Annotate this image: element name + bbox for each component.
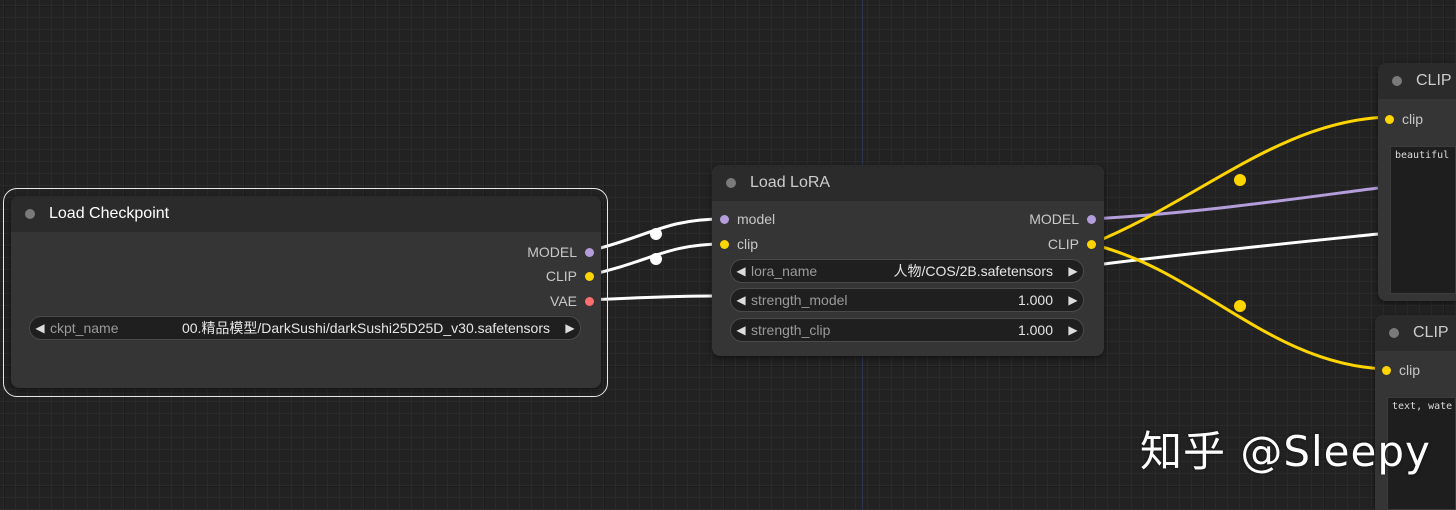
vae-dot-icon[interactable] bbox=[585, 296, 594, 306]
node-title: CLIP bbox=[1416, 71, 1452, 89]
wire-midpoint-clip-bottom bbox=[1234, 300, 1246, 312]
model-dot-icon[interactable] bbox=[585, 247, 594, 257]
node-title: Load LoRA bbox=[750, 173, 831, 191]
widget-label: strength_model bbox=[751, 292, 848, 308]
slot-label: model bbox=[737, 211, 776, 227]
widget-label: strength_clip bbox=[751, 322, 831, 338]
slot-label: CLIP bbox=[545, 268, 577, 284]
strength-model-number[interactable]: ◀ strength_model 1.000 ▶ bbox=[730, 288, 1084, 312]
collapse-dot-icon[interactable] bbox=[25, 208, 35, 219]
strength-clip-number[interactable]: ◀ strength_clip 1.000 ▶ bbox=[730, 318, 1084, 342]
wire-white-right bbox=[1103, 232, 1379, 266]
output-slot-model[interactable]: MODEL bbox=[1029, 211, 1096, 227]
node-header[interactable]: CLIP bbox=[1375, 315, 1456, 351]
node-graph-canvas[interactable]: Load Checkpoint MODEL CLIP VAE ◀ ckpt_na… bbox=[0, 0, 1456, 510]
wire-midpoint-clip bbox=[650, 253, 662, 265]
model-dot-icon[interactable] bbox=[1087, 214, 1096, 224]
load-checkpoint-node[interactable]: Load Checkpoint MODEL CLIP VAE ◀ ckpt_na… bbox=[11, 196, 601, 388]
input-slot-clip[interactable]: clip bbox=[720, 236, 758, 252]
output-slot-clip[interactable]: CLIP bbox=[1048, 236, 1096, 252]
node-header[interactable]: Load Checkpoint bbox=[11, 196, 601, 232]
clip-text-encode-node-bottom[interactable]: CLIP clip text, wate bbox=[1375, 315, 1456, 510]
output-slot-vae[interactable]: VAE bbox=[550, 293, 594, 309]
left-arrow-icon[interactable]: ◀ bbox=[30, 321, 50, 335]
right-arrow-icon[interactable]: ▶ bbox=[560, 321, 580, 335]
load-lora-node[interactable]: Load LoRA model clip MODEL CLIP ◀ lora_n… bbox=[712, 165, 1104, 356]
prompt-textarea[interactable]: beautiful bbox=[1390, 146, 1456, 294]
input-slot-clip[interactable]: clip bbox=[1385, 111, 1423, 127]
left-arrow-icon[interactable]: ◀ bbox=[731, 264, 751, 278]
slot-label: MODEL bbox=[527, 244, 577, 260]
node-header[interactable]: Load LoRA bbox=[712, 165, 1104, 201]
collapse-dot-icon[interactable] bbox=[1389, 327, 1399, 338]
watermark-text: 知乎 @Sleepy bbox=[1140, 427, 1431, 476]
input-slot-clip[interactable]: clip bbox=[1382, 362, 1420, 378]
slot-label: clip bbox=[737, 236, 759, 252]
slot-label: clip bbox=[1399, 362, 1421, 378]
slot-label: VAE bbox=[550, 293, 577, 309]
wire-midpoint-model bbox=[650, 228, 662, 240]
widget-value: 1.000 bbox=[1017, 292, 1053, 308]
widget-value: 00.精品模型/DarkSushi/darkSushi25D25D_v30.sa… bbox=[181, 320, 550, 336]
clip-dot-icon[interactable] bbox=[1087, 239, 1096, 249]
slot-label: MODEL bbox=[1029, 211, 1079, 227]
input-slot-model[interactable]: model bbox=[720, 211, 775, 227]
node-header[interactable]: CLIP bbox=[1378, 63, 1456, 99]
collapse-dot-icon[interactable] bbox=[726, 177, 736, 188]
clip-dot-icon[interactable] bbox=[585, 271, 594, 281]
clip-text-encode-node-top[interactable]: CLIP clip beautiful bbox=[1378, 63, 1456, 301]
right-arrow-icon[interactable]: ▶ bbox=[1063, 323, 1083, 337]
clip-dot-icon[interactable] bbox=[1385, 114, 1394, 124]
model-dot-icon[interactable] bbox=[720, 214, 729, 224]
node-title: Load Checkpoint bbox=[49, 204, 170, 222]
output-slot-clip[interactable]: CLIP bbox=[546, 268, 594, 284]
slot-label: CLIP bbox=[1047, 236, 1079, 252]
widget-label: ckpt_name bbox=[50, 320, 119, 336]
wire-midpoint-clip-top bbox=[1234, 174, 1246, 186]
widget-value: 人物/COS/2B.safetensors bbox=[893, 263, 1053, 279]
left-arrow-icon[interactable]: ◀ bbox=[731, 293, 751, 307]
left-arrow-icon[interactable]: ◀ bbox=[731, 323, 751, 337]
right-arrow-icon[interactable]: ▶ bbox=[1063, 264, 1083, 278]
clip-dot-icon[interactable] bbox=[720, 239, 729, 249]
wire-model-lora-out bbox=[1090, 186, 1379, 221]
ckpt-name-combo[interactable]: ◀ ckpt_name 00.精品模型/DarkSushi/darkSushi2… bbox=[29, 316, 581, 340]
right-arrow-icon[interactable]: ▶ bbox=[1063, 293, 1083, 307]
node-title: CLIP bbox=[1413, 323, 1449, 341]
slot-label: clip bbox=[1402, 111, 1424, 127]
widget-value: 1.000 bbox=[1017, 322, 1053, 338]
collapse-dot-icon[interactable] bbox=[1392, 75, 1402, 86]
widget-label: lora_name bbox=[751, 263, 818, 279]
output-slot-model[interactable]: MODEL bbox=[527, 244, 594, 260]
clip-dot-icon[interactable] bbox=[1382, 365, 1391, 375]
lora-name-combo[interactable]: ◀ lora_name 人物/COS/2B.safetensors ▶ bbox=[730, 259, 1084, 283]
